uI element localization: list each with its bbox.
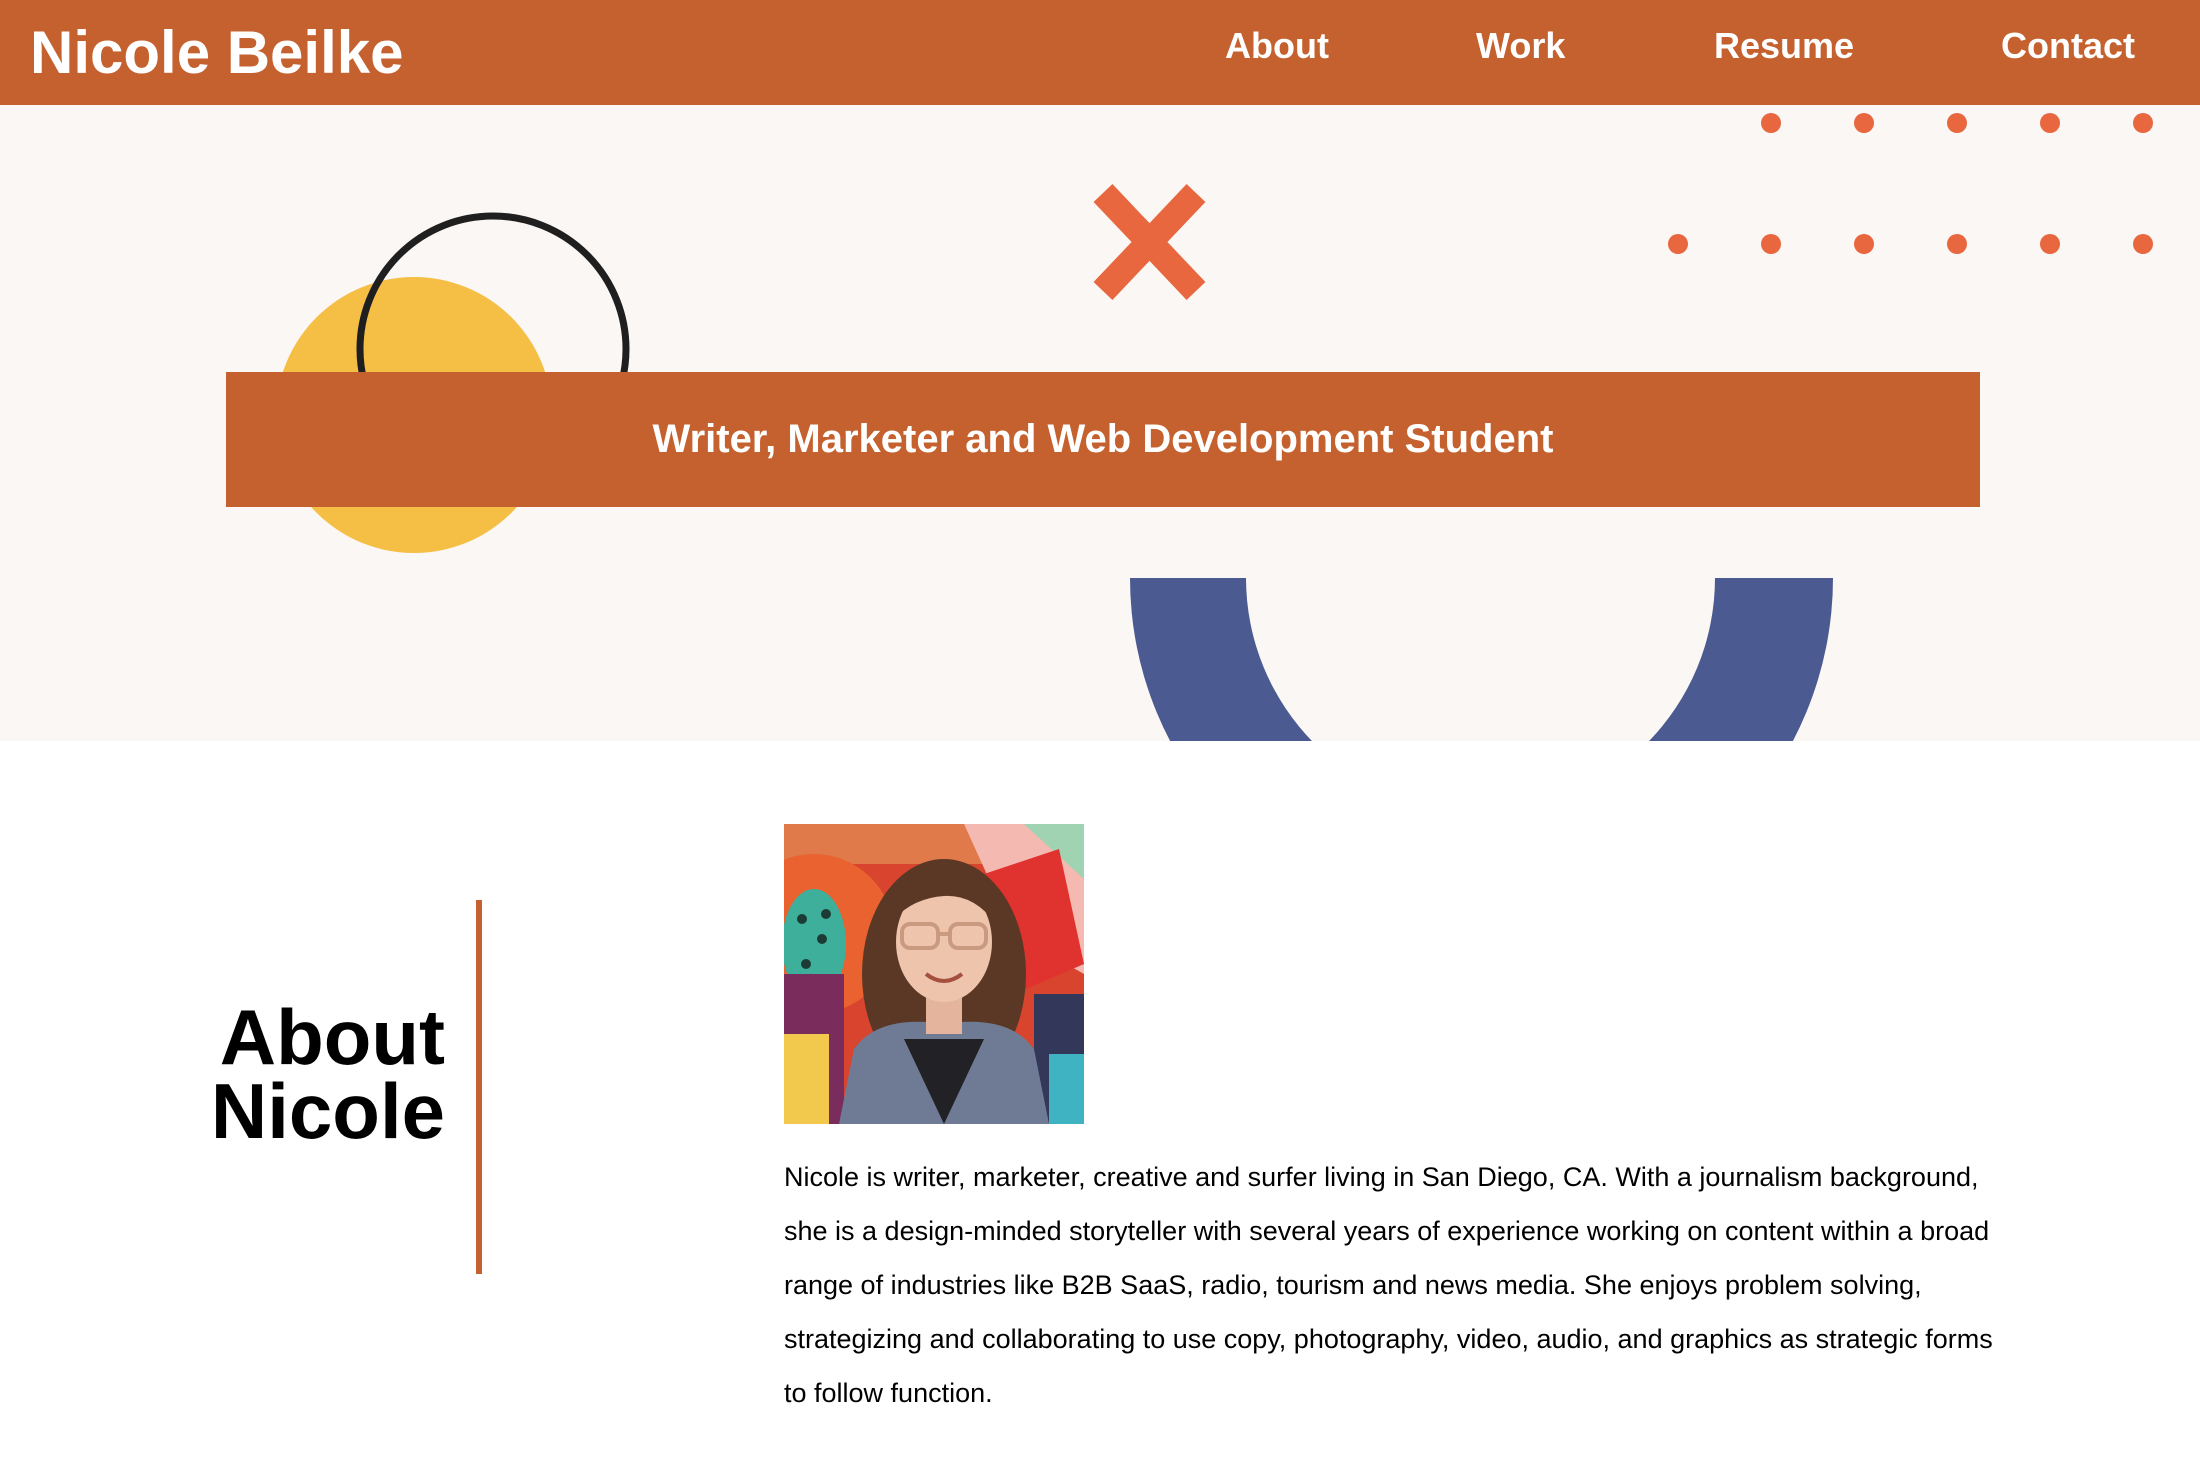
tagline-text: Writer, Marketer and Web Development Stu… <box>652 417 1554 461</box>
orange-x <box>1093 184 1206 300</box>
about-heading-line2: Nicole <box>210 1067 445 1155</box>
nav-work[interactable]: Work <box>1476 0 1565 92</box>
about-paragraph: Nicole is writer, marketer, creative and… <box>784 1162 1993 1408</box>
site-title[interactable]: Nicole Beilke <box>30 10 404 95</box>
vertical-divider <box>476 900 482 1274</box>
page: Nicole Beilke About Work Resume Contact <box>0 0 2200 1466</box>
blue-arc <box>1130 578 1833 741</box>
about-heading: About Nicole <box>150 993 445 1155</box>
hero-section: Writer, Marketer and Web Development Stu… <box>0 105 2200 741</box>
nav-resume[interactable]: Resume <box>1714 0 1854 92</box>
tagline-banner: Writer, Marketer and Web Development Stu… <box>226 372 1980 507</box>
nav-about[interactable]: About <box>1225 0 1329 92</box>
portrait-photo <box>784 824 1084 1124</box>
about-heading-line1: About <box>219 993 445 1081</box>
orange-dot-grid <box>1668 113 2153 254</box>
site-header: Nicole Beilke About Work Resume Contact <box>0 0 2200 105</box>
nav-contact[interactable]: Contact <box>2001 0 2135 92</box>
